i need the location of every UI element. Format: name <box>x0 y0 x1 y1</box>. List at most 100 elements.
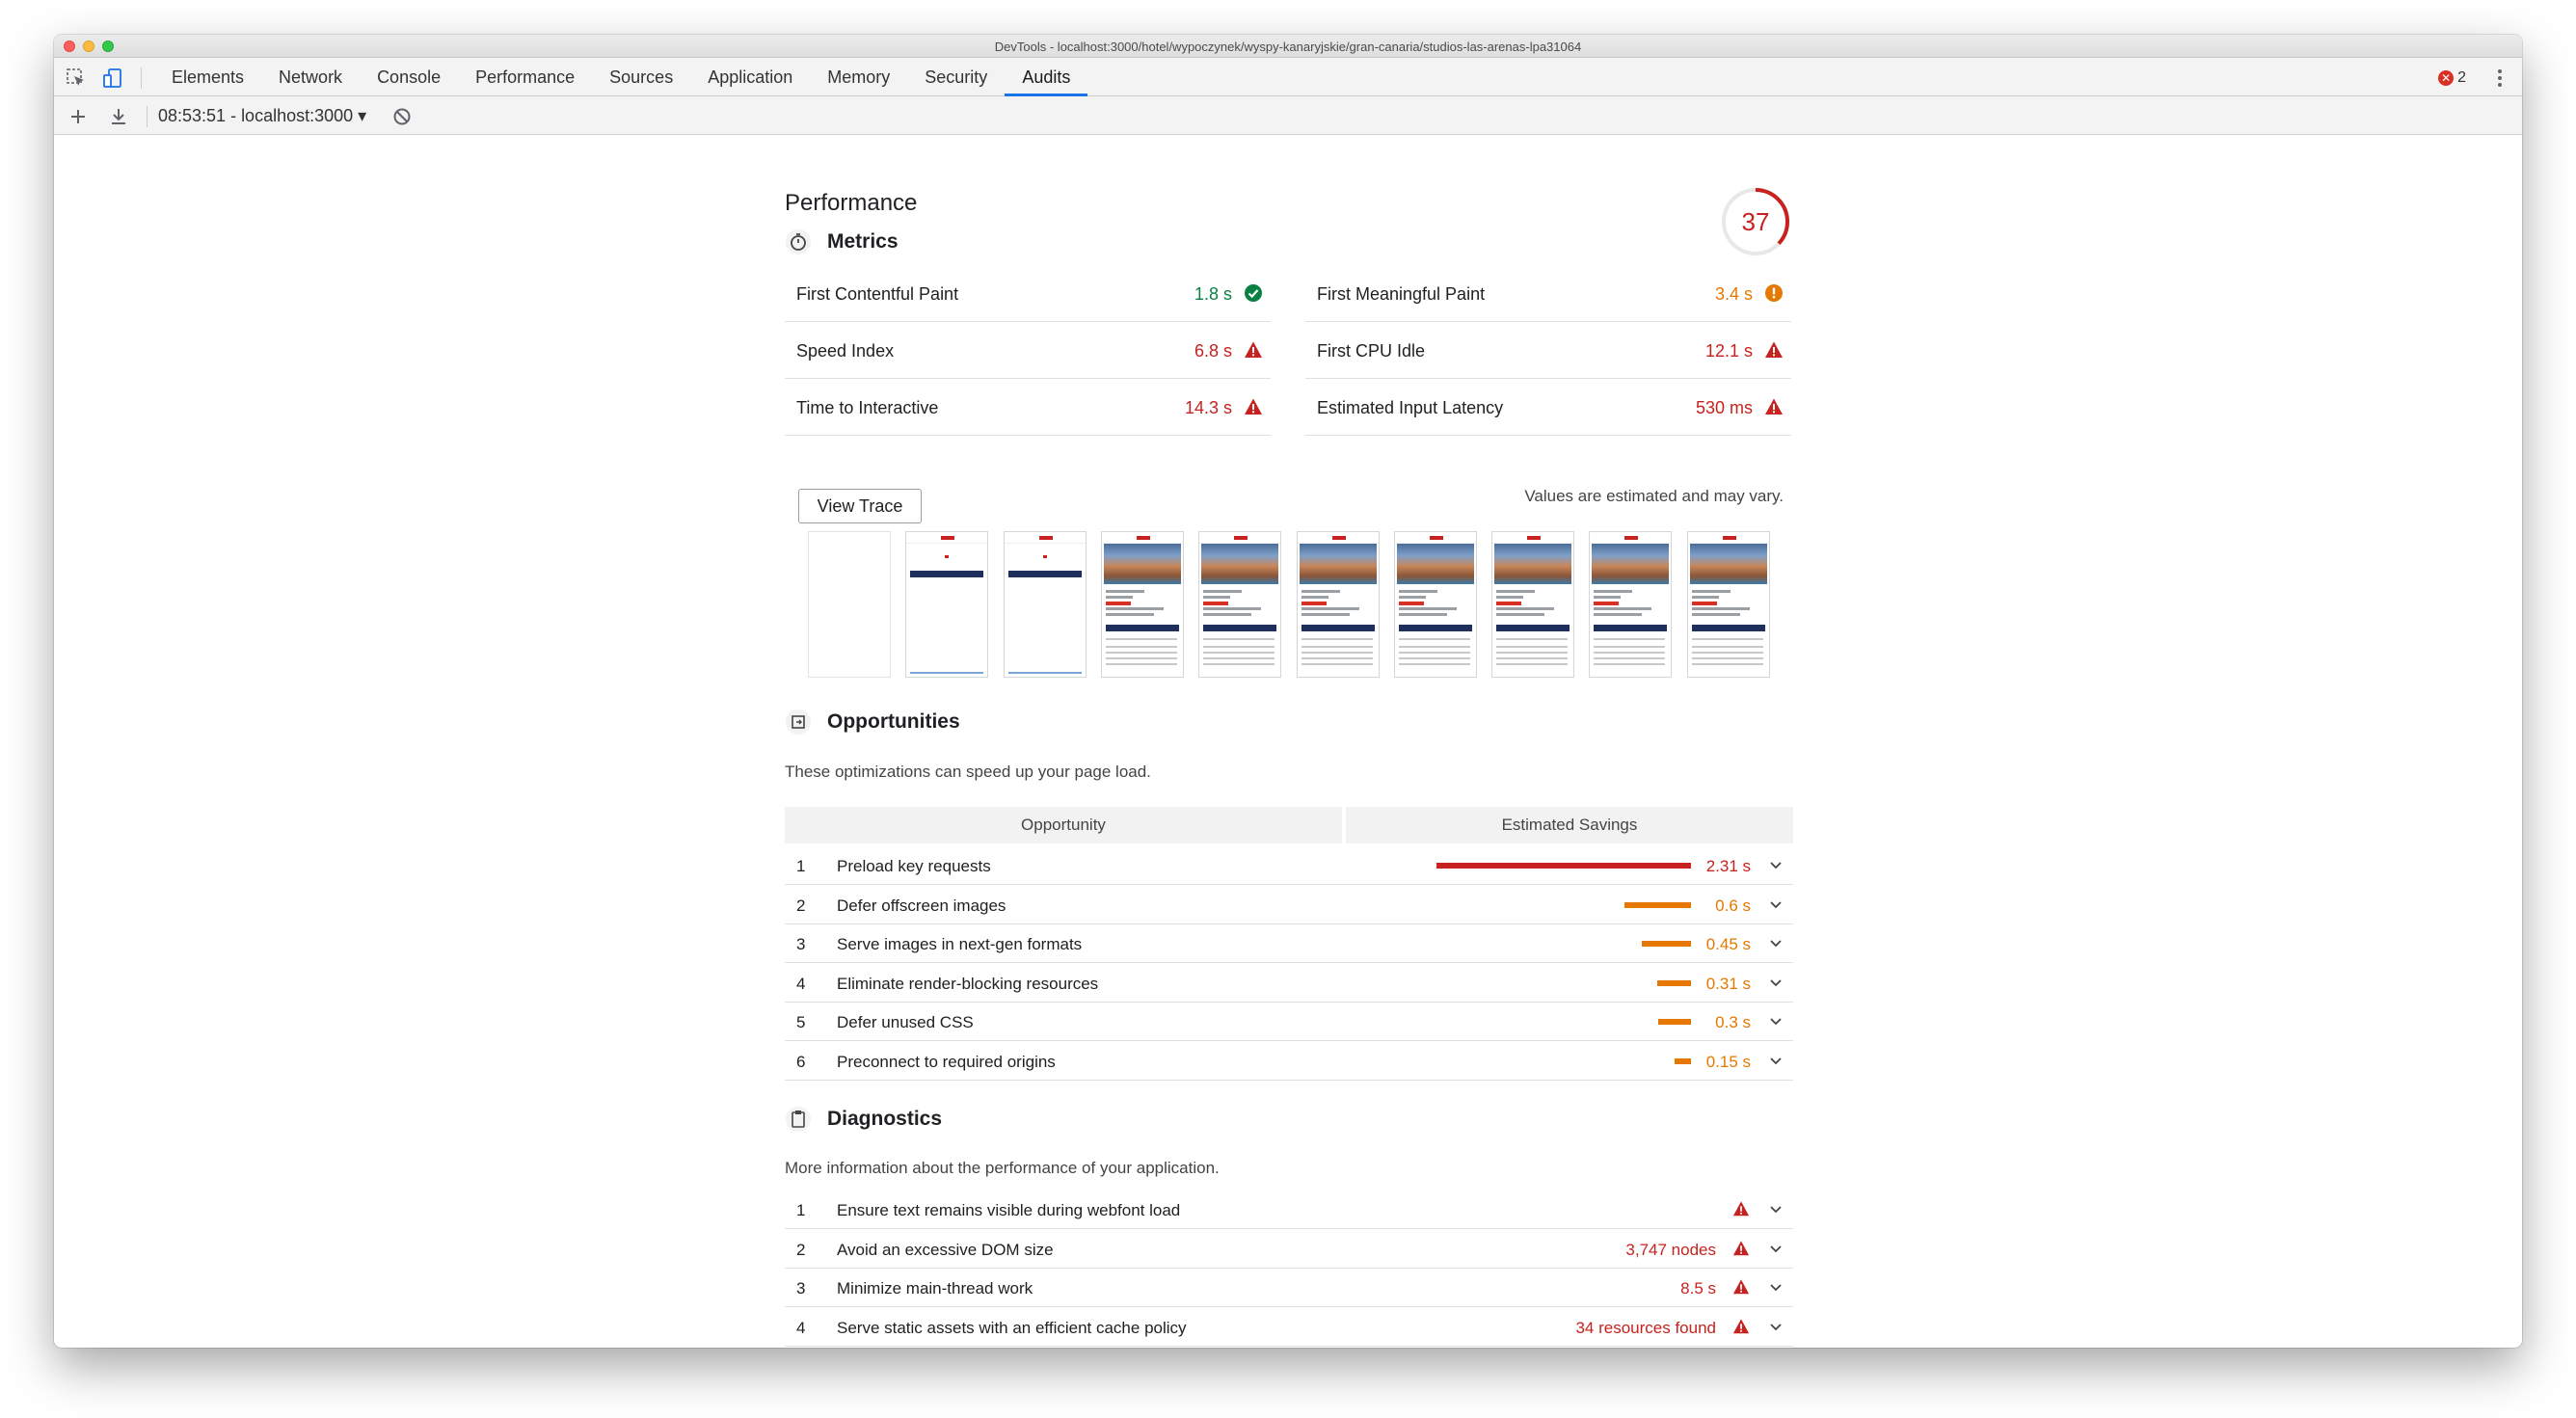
frame-text-line <box>1105 596 1133 599</box>
devtools-tab-bar: Elements Network Console Performance Sources… <box>54 58 2522 96</box>
fail-warning-icon <box>1732 1279 1750 1295</box>
opportunity-row[interactable]: 3 Serve images in next-gen formats 0.45 s <box>785 923 1793 964</box>
new-audit-icon[interactable] <box>67 106 89 127</box>
frame-text-line <box>1496 638 1569 640</box>
opportunity-row[interactable]: 4 Eliminate render-blocking resources 0.31… <box>785 963 1793 1003</box>
fail-warning-icon <box>1245 341 1262 358</box>
tab-sources[interactable]: Sources <box>592 58 690 96</box>
metric-first-cpu-idle: First CPU Idle 12.1 s <box>1305 324 1791 379</box>
fail-warning-icon <box>1732 1201 1750 1217</box>
frame-text-line <box>1105 657 1177 659</box>
clear-all-icon[interactable] <box>391 106 413 127</box>
report-selector[interactable]: 08:53:51 - localhost:3000 ▾ <box>158 106 366 126</box>
chevron-down-icon[interactable] <box>1768 975 1784 990</box>
tab-network[interactable]: Network <box>261 58 360 96</box>
frame-text-line <box>1398 596 1426 599</box>
filmstrip-frame <box>1491 531 1575 678</box>
frame-text-line <box>1594 590 1633 593</box>
frame-price <box>1691 602 1717 605</box>
opportunity-title: Preconnect to required origins <box>837 1053 1056 1071</box>
frame-text-line <box>1691 607 1750 610</box>
frame-text-line <box>1105 663 1177 665</box>
chevron-down-icon[interactable] <box>1768 896 1784 912</box>
frame-text-line <box>1496 663 1569 665</box>
device-toolbar-icon[interactable] <box>102 67 123 89</box>
more-options-icon[interactable] <box>2495 67 2505 89</box>
chevron-down-icon[interactable] <box>1768 1319 1784 1334</box>
opportunity-row[interactable]: 1 Preload key requests 2.31 s <box>785 845 1793 885</box>
savings-value: 0.45 s <box>1705 935 1751 954</box>
chevron-down-icon[interactable] <box>1768 1053 1784 1068</box>
tab-performance[interactable]: Performance <box>458 58 592 96</box>
frame-button <box>1301 625 1375 631</box>
frame-text-line <box>1496 646 1569 648</box>
metric-first-contentful-paint: First Contentful Paint 1.8 s <box>785 267 1271 322</box>
chevron-down-icon[interactable] <box>1768 1241 1784 1256</box>
frame-text-line <box>1691 613 1740 616</box>
toolbar-divider <box>141 67 142 89</box>
row-index: 1 <box>796 857 806 875</box>
frame-text-line <box>1496 652 1569 654</box>
frame-text-line <box>1203 638 1275 640</box>
frame-button <box>1398 625 1472 631</box>
tab-memory[interactable]: Memory <box>810 58 907 96</box>
fail-warning-icon <box>1732 1240 1750 1255</box>
frame-text-line <box>1691 638 1763 640</box>
filmstrip <box>808 531 1772 680</box>
panel-tabs: Elements Network Console Performance Sources… <box>154 58 1088 96</box>
stopwatch-icon <box>786 229 811 254</box>
download-report-icon[interactable] <box>108 106 129 127</box>
chevron-down-icon[interactable] <box>1768 935 1784 950</box>
metric-value: 3.4 s <box>1714 284 1753 304</box>
diagnostic-row[interactable]: 3 Minimize main-thread work 8.5 s <box>785 1268 1793 1308</box>
frame-text-line <box>1301 590 1340 593</box>
filmstrip-frame <box>905 531 989 678</box>
view-trace-button[interactable]: View Trace <box>798 489 922 523</box>
frame-text-line <box>1398 613 1447 616</box>
metrics-header: Metrics <box>785 227 899 256</box>
opportunity-row[interactable]: 6 Preconnect to required origins 0.15 s <box>785 1041 1793 1081</box>
frame-price <box>1203 602 1229 605</box>
chevron-down-icon[interactable] <box>1768 1279 1784 1295</box>
metric-label: Estimated Input Latency <box>1317 398 1504 417</box>
diagnostic-value: 8.5 s <box>1680 1279 1716 1298</box>
chevron-down-icon[interactable] <box>1768 1013 1784 1029</box>
frame-text-line <box>1301 613 1350 616</box>
error-counter[interactable]: ✕ 2 <box>2438 68 2466 88</box>
opportunity-title: Defer offscreen images <box>837 896 1006 915</box>
diagnostic-row[interactable]: 2 Avoid an excessive DOM size 3,747 nodes <box>785 1229 1793 1269</box>
frame-text-line <box>1496 590 1536 593</box>
diagnostic-title: Serve static assets with an efficient ca… <box>837 1318 1187 1337</box>
fail-warning-icon <box>1245 398 1262 415</box>
diagnostic-row[interactable]: 1 Ensure text remains visible during webf… <box>785 1190 1793 1229</box>
frame-text-line <box>1398 657 1470 659</box>
frame-footer <box>910 672 984 674</box>
frame-text-line <box>1398 663 1470 665</box>
metric-value: 6.8 s <box>1194 341 1232 361</box>
frame-hotel-photo <box>1396 544 1474 584</box>
metrics-title: Metrics <box>827 230 899 253</box>
frame-text-line <box>1105 638 1177 640</box>
opportunity-row[interactable]: 5 Defer unused CSS 0.3 s <box>785 1002 1793 1042</box>
chevron-down-icon[interactable] <box>1768 1201 1784 1217</box>
tab-application[interactable]: Application <box>690 58 810 96</box>
tab-elements[interactable]: Elements <box>154 58 261 96</box>
frame-hotel-photo <box>1592 544 1670 584</box>
frame-price <box>1301 602 1327 605</box>
row-index: 3 <box>796 935 806 954</box>
inspect-element-icon[interactable] <box>66 67 87 89</box>
opportunity-row[interactable]: 2 Defer offscreen images 0.6 s <box>785 885 1793 924</box>
diagnostic-row[interactable]: 5Reduce JavaScript execution time5.1 s <box>785 1346 1793 1348</box>
frame-text-line <box>1203 607 1262 610</box>
fail-warning-icon <box>1765 398 1783 415</box>
frame-text-line <box>1594 613 1643 616</box>
frame-text-line <box>1301 596 1328 599</box>
tab-audits[interactable]: Audits <box>1005 58 1088 96</box>
error-count: 2 <box>2457 69 2466 86</box>
frame-price <box>1594 602 1620 605</box>
chevron-down-icon[interactable] <box>1768 857 1784 872</box>
diagnostic-row[interactable]: 4 Serve static assets with an efficient c… <box>785 1307 1793 1347</box>
tab-console[interactable]: Console <box>360 58 458 96</box>
diagnostics-title: Diagnostics <box>827 1108 943 1130</box>
tab-security[interactable]: Security <box>907 58 1005 96</box>
